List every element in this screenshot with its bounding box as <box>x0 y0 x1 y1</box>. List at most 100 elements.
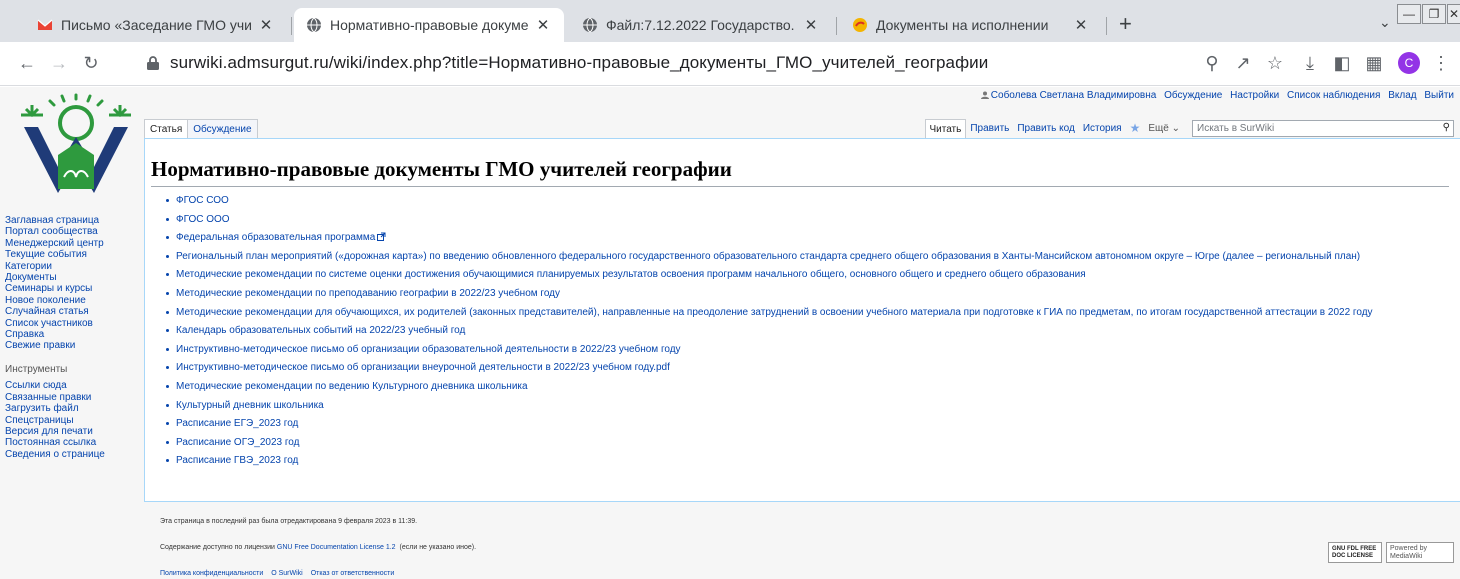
web-globe-icon <box>306 17 322 33</box>
profile-avatar[interactable]: C <box>1398 52 1420 74</box>
tab-history[interactable]: История <box>1079 119 1126 138</box>
watchlist-link[interactable]: Список наблюдения <box>1287 90 1380 101</box>
browser-tab-strip: Письмо «Заседание ГМО учите ✕ Нормативно… <box>0 0 1460 42</box>
doc-link[interactable]: Культурный дневник школьника <box>176 400 324 411</box>
list-item: Инструктивно-методическое письмо об орга… <box>166 342 1446 357</box>
doc-link[interactable]: Инструктивно-методическое письмо об орга… <box>176 362 670 373</box>
doc-link[interactable]: Методические рекомендации по ведению Кул… <box>176 381 528 392</box>
username-link[interactable]: Соболева Светлана Владимировна <box>991 90 1157 101</box>
address-bar-input[interactable]: surwiki.admsurgut.ru/wiki/index.php?titl… <box>170 53 988 73</box>
gfdl-badge[interactable]: GNU FDL FREE DOC LICENSE <box>1328 542 1382 563</box>
doc-link[interactable]: Расписание ГВЭ_2023 год <box>176 455 298 466</box>
minimize-window-icon[interactable]: — <box>1397 4 1421 24</box>
list-item: Методические рекомендации по системе оце… <box>166 267 1446 282</box>
more-menu[interactable]: Ещё ⌄ <box>1144 119 1188 138</box>
sidebar-item-page-info[interactable]: Сведения о странице <box>5 449 140 460</box>
list-item: Расписание ЕГЭ_2023 год <box>166 416 1446 431</box>
sidebar-item-related-changes[interactable]: Связанные правки <box>5 392 140 403</box>
forward-arrow-icon[interactable]: → <box>48 52 70 74</box>
close-tab-icon[interactable]: ✕ <box>802 16 820 34</box>
list-item: Инструктивно-методическое письмо об орга… <box>166 360 1446 375</box>
tab-article[interactable]: Статья <box>144 119 189 138</box>
watch-star-icon[interactable]: ★ <box>1126 119 1145 138</box>
close-tab-icon[interactable]: ✕ <box>257 16 275 34</box>
back-arrow-icon[interactable]: ← <box>16 52 38 74</box>
footer-lastmod: Эта страница в последний раз была отреда… <box>160 518 418 525</box>
sidebar-item-categories[interactable]: Категории <box>5 261 140 272</box>
close-window-icon[interactable]: ✕ <box>1447 4 1460 24</box>
tab-title: Файл:7.12.2022 Государство. ПР <box>606 17 796 33</box>
mediawiki-badge[interactable]: Powered by MediaWiki <box>1386 542 1454 563</box>
doc-link[interactable]: Методические рекомендации для обучающихс… <box>176 307 1373 318</box>
zoom-icon[interactable]: ⚲ <box>1201 52 1223 74</box>
extensions-icon[interactable]: ▦ <box>1363 52 1385 74</box>
more-menu-icon[interactable]: ⋮ <box>1430 52 1452 74</box>
close-tab-icon[interactable]: ✕ <box>1072 16 1090 34</box>
doc-link[interactable]: Расписание ОГЭ_2023 год <box>176 437 299 448</box>
search-icon[interactable]: ⚲ <box>1443 122 1450 133</box>
doc-link[interactable]: ФГОС СОО <box>176 195 229 206</box>
sidebar-item-seminars[interactable]: Семинары и курсы <box>5 283 140 294</box>
browser-tab-file[interactable]: Файл:7.12.2022 Государство. ПР ✕ <box>570 8 832 42</box>
disclaimer-link[interactable]: Отказ от ответственности <box>311 570 395 577</box>
sidebar-item-members[interactable]: Список участников <box>5 318 140 329</box>
browser-toolbar: ← → ↻ surwiki.admsurgut.ru/wiki/index.ph… <box>0 42 1460 86</box>
tab-read[interactable]: Читать <box>924 119 967 138</box>
sidebar-item-what-links-here[interactable]: Ссылки сюда <box>5 380 140 391</box>
doc-link[interactable]: Методические рекомендации по системе оце… <box>176 269 1086 280</box>
chevron-down-icon: ⌄ <box>1171 123 1180 134</box>
sidebar-item-special-pages[interactable]: Спецстраницы <box>5 415 140 426</box>
sidebar-item-help[interactable]: Справка <box>5 329 140 340</box>
preferences-link[interactable]: Настройки <box>1230 90 1279 101</box>
doc-link[interactable]: ФГОС ООО <box>176 214 230 225</box>
license-prefix: Содержание доступно по лицензии <box>160 544 275 551</box>
sidebar-item-community-portal[interactable]: Портал сообщества <box>5 226 140 237</box>
tab-edit[interactable]: Править <box>966 119 1013 138</box>
sidebar-item-manager-center[interactable]: Менеджерский центр <box>5 238 140 249</box>
logout-link[interactable]: Выйти <box>1424 90 1454 101</box>
sidebar-item-permanent-link[interactable]: Постоянная ссылка <box>5 437 140 448</box>
doc-link[interactable]: Федеральная образовательная программа <box>176 232 375 243</box>
about-link[interactable]: О SurWiki <box>271 570 303 577</box>
sidebar-item-documents[interactable]: Документы <box>5 272 140 283</box>
sidebar-item-random-article[interactable]: Случайная статья <box>5 306 140 317</box>
doc-link[interactable]: Региональный план мероприятий («дорожная… <box>176 251 1360 262</box>
content-area: Нормативно-правовые документы ГМО учител… <box>144 138 1460 502</box>
more-label: Ещё <box>1148 123 1169 134</box>
bookmark-star-icon[interactable]: ☆ <box>1264 52 1286 74</box>
search-input[interactable]: Искать в SurWiki ⚲ <box>1192 120 1454 137</box>
contributions-link[interactable]: Вклад <box>1388 90 1416 101</box>
user-icon <box>980 91 989 99</box>
share-icon[interactable]: ↗ <box>1232 52 1254 74</box>
sidebar-item-recent-changes[interactable]: Свежие правки <box>5 340 140 351</box>
download-icon[interactable]: ⤓ <box>1299 52 1321 74</box>
close-tab-icon[interactable]: ✕ <box>534 16 552 34</box>
sidebar-item-upload-file[interactable]: Загрузить файл <box>5 403 140 414</box>
privacy-link[interactable]: Политика конфиденциальности <box>160 570 263 577</box>
list-item: Методические рекомендации по ведению Кул… <box>166 379 1446 394</box>
sidebar-item-current-events[interactable]: Текущие события <box>5 249 140 260</box>
new-tab-button[interactable]: + <box>1119 13 1132 35</box>
reload-icon[interactable]: ↻ <box>80 52 102 74</box>
doc-link[interactable]: Расписание ЕГЭ_2023 год <box>176 418 298 429</box>
doc-link[interactable]: Инструктивно-методическое письмо об орга… <box>176 344 681 355</box>
tab-separator <box>291 17 292 35</box>
lock-icon[interactable] <box>146 55 160 71</box>
browser-tab-active[interactable]: Нормативно-правовые докуме ✕ <box>294 8 564 42</box>
web-globe-icon <box>582 17 598 33</box>
doc-link[interactable]: Календарь образовательных событий на 202… <box>176 325 465 336</box>
doc-link[interactable]: Методические рекомендации по преподавани… <box>176 288 560 299</box>
sidebar-item-main-page[interactable]: Заглавная страница <box>5 215 140 226</box>
restore-window-icon[interactable]: ❐ <box>1422 4 1446 24</box>
browser-tab-documents[interactable]: Документы на исполнении ✕ <box>840 8 1102 42</box>
browser-tab-mail[interactable]: Письмо «Заседание ГМО учите ✕ <box>25 8 287 42</box>
tab-discussion[interactable]: Обсуждение <box>188 119 258 138</box>
tab-search-chevron-icon[interactable]: ⌄ <box>1379 14 1391 31</box>
tab-edit-source[interactable]: Править код <box>1013 119 1078 138</box>
surwiki-logo[interactable] <box>16 93 136 199</box>
side-panel-icon[interactable]: ◧ <box>1331 52 1353 74</box>
talk-link[interactable]: Обсуждение <box>1164 90 1222 101</box>
sidebar-item-printable-version[interactable]: Версия для печати <box>5 426 140 437</box>
sidebar-item-new-generation[interactable]: Новое поколение <box>5 295 140 306</box>
license-link[interactable]: GNU Free Documentation License 1.2 <box>277 544 396 551</box>
